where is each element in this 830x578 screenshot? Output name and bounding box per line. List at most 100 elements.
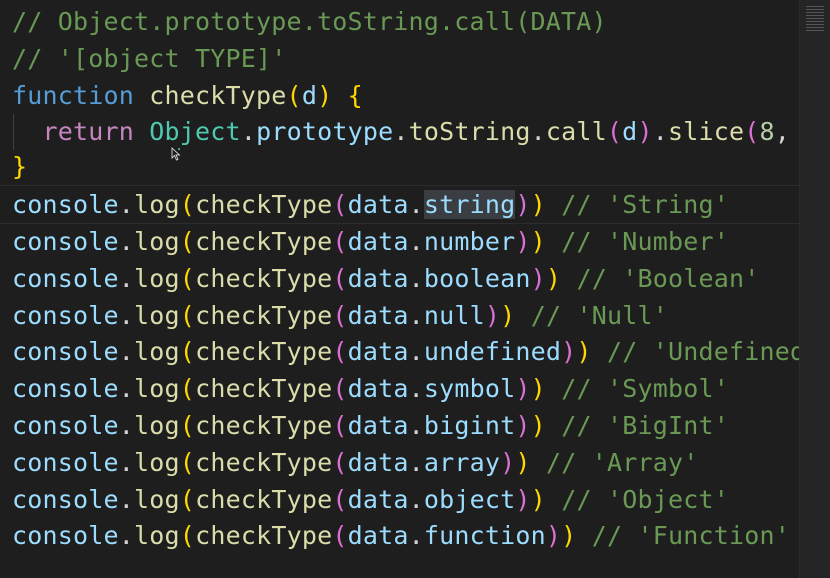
code-token: )	[530, 190, 546, 219]
code-token: log	[134, 448, 180, 477]
code-token: )	[500, 448, 516, 477]
code-token: .	[408, 264, 424, 293]
code-token: log	[134, 411, 180, 440]
code-token: console	[12, 264, 119, 293]
code-token: (	[179, 374, 196, 403]
code-token: log	[134, 374, 180, 403]
code-token: number	[423, 227, 516, 256]
code-line-6[interactable]: console.log(checkType(data.string)) // '…	[12, 186, 729, 223]
code-token: data	[347, 411, 409, 440]
code-line-8[interactable]: console.log(checkType(data.boolean)) // …	[12, 260, 759, 297]
code-token: .	[652, 117, 668, 146]
code-token: .	[118, 264, 135, 293]
code-token: (	[179, 227, 196, 256]
code-token: (	[332, 411, 348, 440]
code-token: (	[332, 190, 348, 219]
code-token: null	[423, 301, 485, 330]
code-line-5[interactable]: }	[12, 148, 27, 185]
minimap-scrollbar[interactable]	[799, 0, 830, 578]
code-token: .	[408, 190, 424, 219]
code-token: (	[179, 448, 196, 477]
code-line-12[interactable]: console.log(checkType(data.bigint)) // '…	[12, 407, 729, 444]
code-token: log	[134, 301, 180, 330]
code-token: )	[530, 374, 546, 403]
code-token: boolean	[423, 264, 531, 293]
code-token: )	[515, 411, 531, 440]
code-token: // 'String'	[561, 190, 729, 219]
code-editor[interactable]: // Object.prototype.toString.call(DATA) …	[0, 0, 830, 578]
code-token: (	[179, 190, 196, 219]
code-token: )	[545, 521, 562, 550]
code-token: function	[423, 521, 546, 550]
code-line-2[interactable]: // '[object TYPE]'	[12, 40, 287, 77]
code-token: .	[118, 190, 135, 219]
code-token: (	[179, 411, 196, 440]
code-line-14[interactable]: console.log(checkType(data.object)) // '…	[12, 481, 729, 518]
code-token: data	[347, 301, 409, 330]
code-line-1[interactable]: // Object.prototype.toString.call(DATA)	[12, 3, 607, 40]
code-token: .	[530, 117, 546, 146]
code-token: // 'Number'	[561, 227, 729, 256]
code-line-9[interactable]: console.log(checkType(data.null)) // 'Nu…	[12, 297, 668, 334]
code-token: )	[576, 337, 592, 366]
code-token: console	[12, 521, 119, 550]
code-token: )	[530, 264, 546, 293]
code-token: (	[332, 301, 348, 330]
code-token: (	[179, 337, 196, 366]
code-token: // 'Object'	[561, 485, 729, 514]
code-token: )	[545, 264, 562, 293]
code-token: console	[12, 190, 119, 219]
code-line-3[interactable]: function checkType(d) {	[12, 77, 363, 114]
code-token: call	[545, 117, 607, 146]
code-token: )	[515, 190, 531, 219]
code-token: console	[12, 337, 119, 366]
code-token: .	[118, 411, 135, 440]
code-token: .	[408, 485, 424, 514]
code-token: checkType	[195, 190, 333, 219]
code-token: slice	[667, 117, 745, 146]
code-line-7[interactable]: console.log(checkType(data.number)) // '…	[12, 223, 729, 260]
code-token: (	[332, 227, 348, 256]
code-token: console	[12, 448, 119, 477]
code-token: console	[12, 227, 119, 256]
code-token: .	[240, 117, 257, 146]
code-token: (	[332, 521, 348, 550]
code-token: (	[286, 81, 302, 110]
code-token: undefined	[423, 337, 562, 366]
code-token: (	[332, 374, 348, 403]
code-token: console	[12, 411, 119, 440]
code-token: .	[408, 448, 424, 477]
code-line-13[interactable]: console.log(checkType(data.array)) // 'A…	[12, 444, 698, 481]
code-token: (	[606, 117, 623, 146]
code-token: return	[42, 117, 135, 146]
code-token: (	[332, 337, 348, 366]
code-token: .	[408, 301, 424, 330]
code-token: data	[347, 190, 409, 219]
code-line-10[interactable]: console.log(checkType(data.undefined)) /…	[12, 333, 820, 370]
code-token: )	[515, 485, 531, 514]
code-token: // 'Undefined'	[606, 337, 821, 366]
code-token: log	[134, 337, 180, 366]
code-token: 8	[759, 117, 775, 146]
code-token: .	[118, 374, 135, 403]
minimap-thumb[interactable]	[806, 6, 824, 32]
code-token: .	[118, 485, 135, 514]
code-token: bigint	[423, 411, 516, 440]
code-token: {	[347, 81, 363, 110]
code-token: // '[object TYPE]'	[12, 44, 287, 73]
code-line-11[interactable]: console.log(checkType(data.symbol)) // '…	[12, 370, 729, 407]
code-token: (	[179, 485, 196, 514]
code-token: checkType	[195, 337, 333, 366]
code-token: )	[515, 227, 531, 256]
code-token: .	[118, 448, 135, 477]
code-line-15[interactable]: console.log(checkType(data.function)) //…	[12, 517, 790, 554]
code-line-4[interactable]: return Object.prototype.toString.call(d)…	[12, 113, 830, 150]
